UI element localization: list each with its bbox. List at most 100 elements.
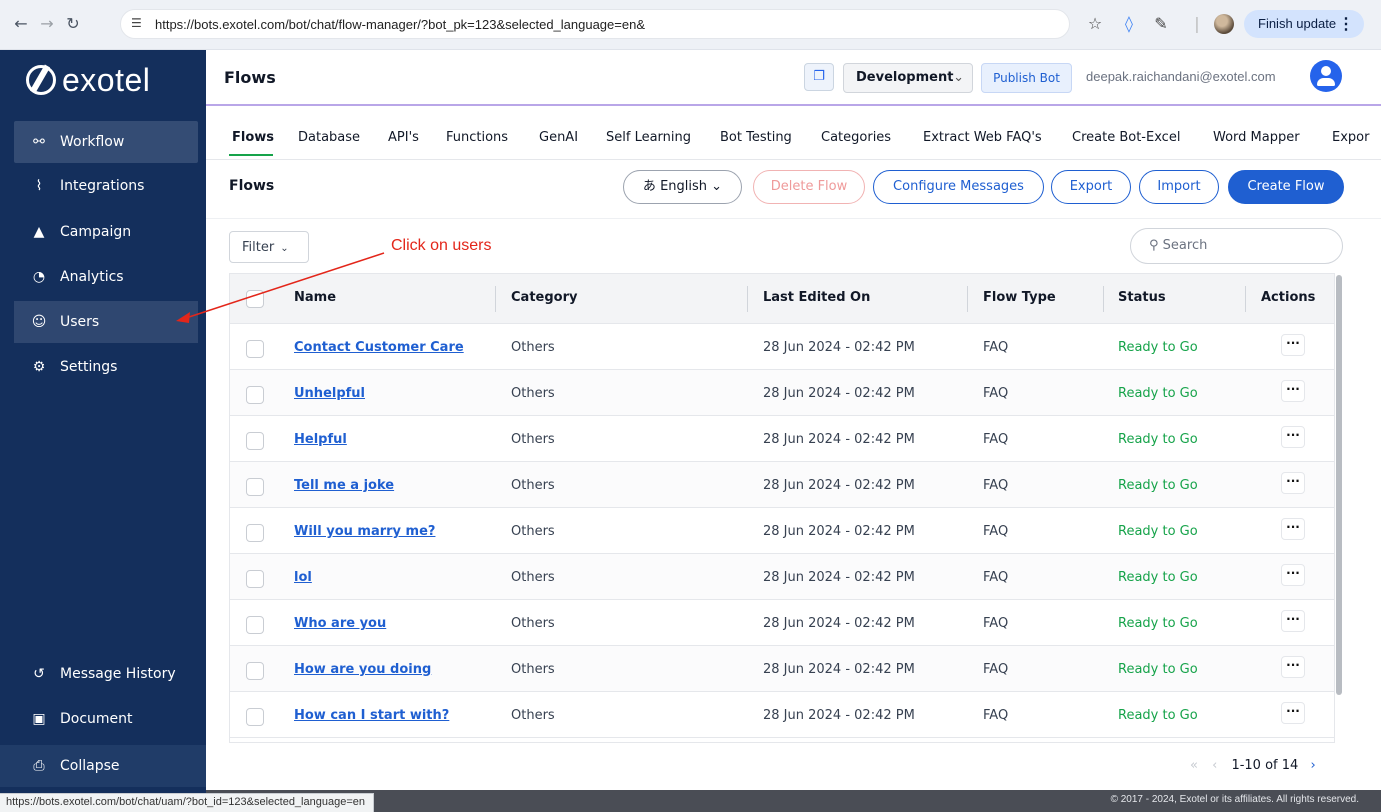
extensions-icon[interactable]: ✎ [1150,12,1172,36]
column-header-name[interactable]: Name [294,290,336,305]
sidebar-item-settings[interactable]: ⚙ Settings [14,346,198,388]
copy-icon[interactable]: ❐ [804,63,834,91]
first-page-icon[interactable]: « [1190,758,1198,773]
create-flow-button[interactable]: Create Flow [1228,170,1344,204]
sidebar-item-campaign[interactable]: ▲ Campaign [14,211,198,253]
sidebar-item-analytics[interactable]: ◔ Analytics [14,256,198,298]
flow-category: Others [511,478,555,493]
flow-name-link[interactable]: Tell me a joke [294,478,394,493]
tab-export[interactable]: Expor [1332,130,1369,145]
users-icon: ☺ [31,314,47,330]
row-actions-button[interactable]: ··· [1281,380,1305,402]
row-checkbox[interactable] [246,524,264,542]
tab-bar: Flows Database API's Functions GenAI Sel… [206,108,1381,160]
delete-flow-button[interactable]: Delete Flow [753,170,865,204]
flow-name-link[interactable]: Helpful [294,432,347,447]
row-actions-button[interactable]: ··· [1281,702,1305,724]
column-header-flow-type[interactable]: Flow Type [983,290,1056,305]
table-scrollbar[interactable] [1336,275,1342,695]
prev-page-icon[interactable]: ‹ [1212,758,1217,773]
tab-flows[interactable]: Flows [232,130,274,145]
tab-word-mapper[interactable]: Word Mapper [1213,130,1300,145]
row-actions-button[interactable]: ··· [1281,472,1305,494]
select-all-checkbox[interactable] [246,290,264,308]
translate-lang-icon: あ [642,179,656,194]
analytics-icon: ◔ [32,269,46,285]
finish-update-label: Finish update [1258,16,1337,31]
export-button[interactable]: Export [1051,170,1131,204]
sidebar-item-document[interactable]: ▣ Document [14,698,198,740]
column-header-category[interactable]: Category [511,290,577,305]
collapse-button[interactable]: ⎙ Collapse [14,745,198,787]
row-actions-button[interactable]: ··· [1281,426,1305,448]
reload-icon[interactable]: ↻ [62,12,84,36]
flow-name-link[interactable]: lol [294,570,312,585]
tab-functions[interactable]: Functions [446,130,508,145]
flow-category: Others [511,524,555,539]
workflow-icon: ⚯ [33,134,45,150]
profile-avatar[interactable] [1214,14,1234,34]
flow-category: Others [511,616,555,631]
row-checkbox[interactable] [246,478,264,496]
tab-database[interactable]: Database [298,130,360,145]
tab-genai[interactable]: GenAI [539,130,578,145]
finish-update-button[interactable]: Finish update ⋮ [1244,10,1364,38]
back-icon[interactable]: ← [10,12,32,36]
environment-select[interactable]: Development ⌄ [843,63,973,93]
sidebar-item-integrations[interactable]: ⌇ Integrations [14,165,198,207]
row-actions-button[interactable]: ··· [1281,564,1305,586]
chevron-down-icon: ⌄ [280,243,289,254]
sidebar-item-workflow[interactable]: ⚯ Workflow [14,121,198,163]
flow-category: Others [511,708,555,723]
flow-name-link[interactable]: Who are you [294,616,386,631]
row-checkbox[interactable] [246,662,264,680]
column-header-status[interactable]: Status [1118,290,1166,305]
row-actions-button[interactable]: ··· [1281,656,1305,678]
tab-bot-testing[interactable]: Bot Testing [720,130,792,145]
flow-name-link[interactable]: How can I start with? [294,708,449,723]
address-bar[interactable]: ☰ https://bots.exotel.com/bot/chat/flow-… [120,9,1070,39]
flow-name-link[interactable]: How are you doing [294,662,431,677]
flow-status: Ready to Go [1118,570,1198,585]
configure-messages-button[interactable]: Configure Messages [873,170,1044,204]
forward-icon[interactable]: → [36,12,58,36]
flow-type: FAQ [983,662,1009,677]
flow-name-link[interactable]: Unhelpful [294,386,365,401]
tab-extract-web-faqs[interactable]: Extract Web FAQ's [923,130,1042,145]
bookmark-star-icon[interactable]: ☆ [1084,12,1106,36]
row-checkbox[interactable] [246,708,264,726]
language-select[interactable]: あ English ⌄ [623,170,742,204]
sidebar-item-users[interactable]: ☺ Users [14,301,198,343]
row-actions-button[interactable]: ··· [1281,334,1305,356]
exotel-logo[interactable]: exotel [26,60,150,100]
tab-apis[interactable]: API's [388,130,419,145]
next-page-icon[interactable]: › [1310,758,1315,773]
row-checkbox[interactable] [246,432,264,450]
import-button[interactable]: Import [1139,170,1219,204]
publish-bot-button[interactable]: Publish Bot [981,63,1072,93]
row-actions-button[interactable]: ··· [1281,518,1305,540]
flow-name-link[interactable]: Contact Customer Care [294,340,464,355]
tab-categories[interactable]: Categories [821,130,891,145]
flow-category: Others [511,570,555,585]
tab-create-bot-excel[interactable]: Create Bot-Excel [1072,130,1180,145]
translate-icon[interactable]: ◊ [1118,12,1140,36]
search-input[interactable]: ⚲ Search [1130,228,1343,264]
filter-label: Filter [242,240,275,255]
app-header: Flows ❐ Development ⌄ Publish Bot deepak… [206,50,1381,106]
filter-dropdown[interactable]: Filter ⌄ [229,231,309,263]
column-divider [1245,286,1246,312]
tab-self-learning[interactable]: Self Learning [606,130,691,145]
site-settings-icon[interactable]: ☰ [131,16,142,30]
column-header-last-edited[interactable]: Last Edited On [763,290,870,305]
environment-value: Development [856,70,954,85]
user-avatar-icon[interactable] [1310,60,1342,92]
row-actions-button[interactable]: ··· [1281,610,1305,632]
flow-name-link[interactable]: Will you marry me? [294,524,435,539]
row-checkbox[interactable] [246,616,264,634]
row-checkbox[interactable] [246,570,264,588]
row-checkbox[interactable] [246,386,264,404]
browser-menu-icon[interactable]: ⋮ [1338,14,1354,34]
row-checkbox[interactable] [246,340,264,358]
sidebar-item-message-history[interactable]: ↺ Message History [14,653,198,695]
